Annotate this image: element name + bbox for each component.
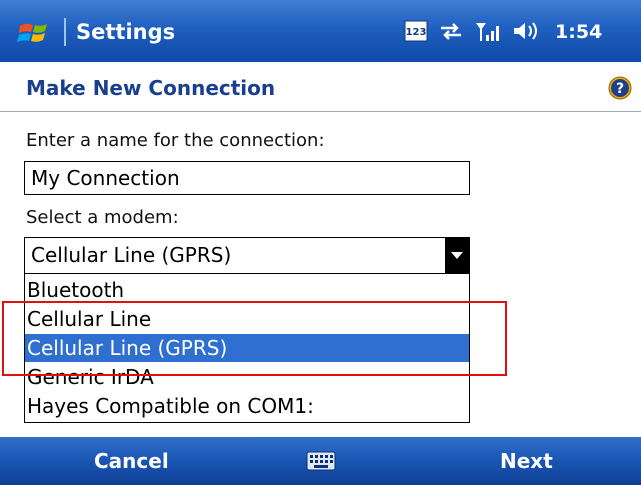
cancel-button[interactable]: Cancel <box>94 449 169 473</box>
status-icons: 123 <box>404 14 540 48</box>
page-title: Make New Connection <box>26 76 276 100</box>
header-divider <box>0 111 641 112</box>
modem-selected-value: Cellular Line (GPRS) <box>31 243 232 267</box>
next-button[interactable]: Next <box>500 449 553 473</box>
svg-text:?: ? <box>616 81 624 97</box>
page-header: Make New Connection ? <box>0 62 641 112</box>
connectivity-icon[interactable] <box>438 20 464 42</box>
chevron-down-icon <box>451 252 463 259</box>
modem-option-bluetooth[interactable]: Bluetooth <box>25 276 469 304</box>
keyboard-icon[interactable] <box>306 451 336 471</box>
modem-label: Select a modem: <box>26 207 179 228</box>
signal-strength-icon[interactable] <box>474 19 502 43</box>
svg-text:123: 123 <box>406 27 427 38</box>
modem-option-hayes-com1[interactable]: Hayes Compatible on COM1: <box>25 392 469 420</box>
modem-dropdown-button[interactable] <box>445 238 469 273</box>
clock[interactable]: 1:54 <box>555 20 602 44</box>
input-123-icon[interactable]: 123 <box>404 20 428 42</box>
connection-name-label: Enter a name for the connection: <box>26 130 325 151</box>
title-separator <box>64 18 66 46</box>
connection-name-input[interactable]: My Connection <box>24 161 470 195</box>
softkey-bar: Cancel Next <box>0 437 641 485</box>
modem-select[interactable]: Cellular Line (GPRS) <box>24 237 470 274</box>
app-title[interactable]: Settings <box>76 20 175 44</box>
help-icon[interactable]: ? <box>608 76 632 100</box>
start-menu-icon[interactable] <box>16 18 56 48</box>
volume-icon[interactable] <box>512 20 540 42</box>
title-bar: Settings 123 1:54 <box>0 0 641 62</box>
annotation-highlight-box <box>2 301 507 376</box>
